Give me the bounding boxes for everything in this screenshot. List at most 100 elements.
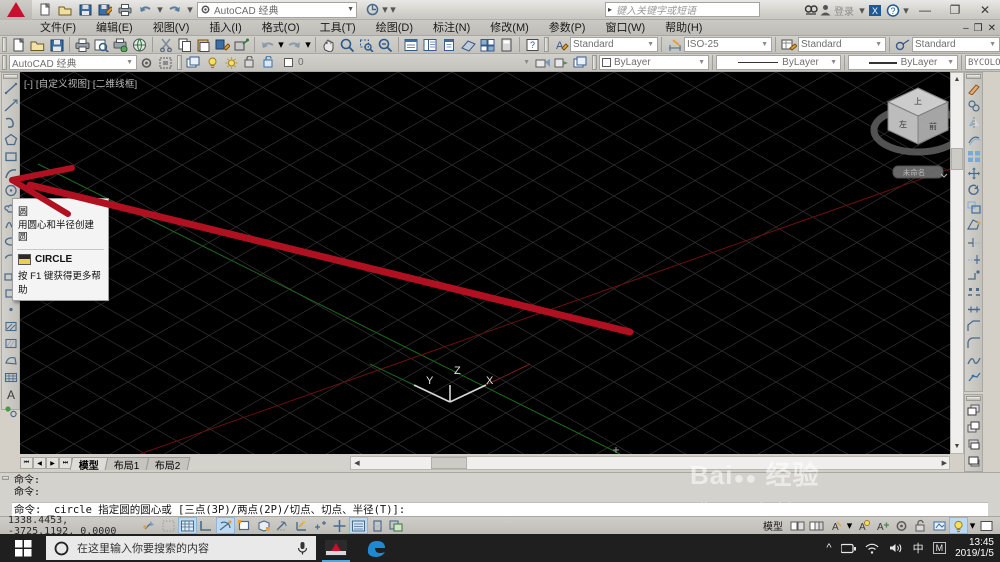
- stretch-tool-icon[interactable]: [965, 216, 982, 233]
- restore-window-button[interactable]: ❐: [940, 0, 970, 20]
- taskbar-clock[interactable]: 13:45 2019/1/5: [955, 537, 994, 559]
- annotation-visibility-icon[interactable]: A: [854, 517, 873, 534]
- menu-edit[interactable]: 编辑(E): [86, 20, 143, 36]
- workspace-settings-icon[interactable]: [363, 1, 381, 18]
- rectangle-tool-icon[interactable]: [2, 148, 19, 165]
- menu-tools[interactable]: 工具(T): [310, 20, 366, 36]
- menu-insert[interactable]: 插入(I): [199, 20, 251, 36]
- copy-tool-icon[interactable]: [965, 97, 982, 114]
- taskbar-search-box[interactable]: 在这里输入你要搜索的内容: [46, 536, 316, 560]
- snap-mode-toggle[interactable]: [140, 517, 159, 534]
- transparency-toggle[interactable]: [368, 517, 387, 534]
- bring-above-object-icon[interactable]: [965, 436, 982, 453]
- polygon-tool-icon[interactable]: [2, 131, 19, 148]
- chevron-down-icon-3[interactable]: ▾: [858, 2, 866, 19]
- canvas-horizontal-scrollbar[interactable]: ◀ ▶: [350, 456, 950, 470]
- sign-in-button[interactable]: 登录: [820, 3, 854, 18]
- color-control-combo[interactable]: ByLayer ▼: [599, 55, 709, 70]
- model-space-label[interactable]: 模型: [763, 518, 783, 533]
- arc-tool-icon[interactable]: [2, 165, 19, 182]
- dynamic-input-toggle[interactable]: [330, 517, 349, 534]
- erase-tool-icon[interactable]: [965, 80, 982, 97]
- wifi-icon[interactable]: [865, 542, 880, 554]
- layer-on-off-icon[interactable]: [203, 54, 222, 71]
- autocad-logo-button[interactable]: [0, 0, 32, 20]
- help-icon[interactable]: ?: [523, 36, 542, 53]
- clean-screen-icon[interactable]: [977, 517, 996, 534]
- search-icon[interactable]: [802, 2, 820, 19]
- send-to-back-icon[interactable]: [965, 419, 982, 436]
- grid-mode-toggle[interactable]: [178, 517, 197, 534]
- block-editor-icon[interactable]: [232, 36, 251, 53]
- dimension-style-combo[interactable]: ISO-25 ▼: [684, 37, 772, 52]
- circle-tool-icon[interactable]: [2, 182, 19, 199]
- lineweight-control-combo[interactable]: ByLayer ▼: [848, 55, 958, 70]
- modify-toolbar-grip[interactable]: [966, 74, 981, 79]
- redo-icon[interactable]: [166, 1, 184, 18]
- line-tool-icon[interactable]: [2, 80, 19, 97]
- styles-toolbar-grip[interactable]: [544, 37, 549, 52]
- object-snap-toggle[interactable]: [235, 517, 254, 534]
- drawing-canvas[interactable]: X Y Z 上 左 前 未命名 [-] [自定义视图] [二维线框]: [20, 72, 964, 454]
- tab-nav-prev[interactable]: ◀: [33, 457, 46, 469]
- scroll-left-button[interactable]: ◀: [351, 459, 363, 467]
- ortho-mode-toggle[interactable]: [197, 517, 216, 534]
- zoom-previous-icon[interactable]: [376, 36, 395, 53]
- annotation-scale-dropdown-icon[interactable]: ▾: [845, 517, 854, 534]
- region-tool-icon[interactable]: [2, 352, 19, 369]
- layer-lock-icon[interactable]: [241, 54, 260, 71]
- workspaces-toolbar-grip[interactable]: [2, 55, 7, 70]
- break-tool-icon[interactable]: [965, 284, 982, 301]
- toolbar-lock-icon[interactable]: [911, 517, 930, 534]
- menu-window[interactable]: 窗口(W): [595, 20, 655, 36]
- workspace-switcher-combo[interactable]: AutoCAD 经典 ▼: [197, 1, 357, 18]
- match-properties-icon[interactable]: [213, 36, 232, 53]
- exchange-apps-icon[interactable]: X: [866, 2, 884, 19]
- draw-toolbar-grip[interactable]: [3, 74, 18, 79]
- layer-freeze-icon[interactable]: [222, 54, 241, 71]
- workspace-combo[interactable]: AutoCAD 经典 ▼: [9, 55, 137, 70]
- canvas-vertical-scrollbar[interactable]: ▲ ▼: [950, 72, 964, 454]
- command-window-grip[interactable]: [2, 476, 9, 480]
- linetype-control-combo[interactable]: ByLayer ▼: [716, 55, 841, 70]
- text-style-icon[interactable]: A: [551, 36, 570, 53]
- gradient-tool-icon[interactable]: [2, 335, 19, 352]
- chamfer-tool-icon[interactable]: [965, 318, 982, 335]
- join-tool-icon[interactable]: [965, 301, 982, 318]
- menu-format[interactable]: 格式(O): [252, 20, 310, 36]
- make-current-layer-icon[interactable]: [552, 54, 571, 71]
- edge-app-icon[interactable]: [356, 534, 396, 562]
- menu-view[interactable]: 视图(V): [143, 20, 200, 36]
- horizontal-scroll-thumb[interactable]: [431, 457, 467, 469]
- start-button[interactable]: [0, 534, 46, 562]
- chevron-up-icon[interactable]: ^: [826, 542, 831, 554]
- point-tool-icon[interactable]: [2, 301, 19, 318]
- scroll-right-button[interactable]: ▶: [942, 459, 947, 467]
- tab-model[interactable]: 模型: [69, 456, 109, 471]
- move-tool-icon[interactable]: [965, 165, 982, 182]
- copy-icon[interactable]: [175, 36, 194, 53]
- multileader-style-combo[interactable]: Standard ▼: [912, 37, 1000, 52]
- 3d-object-snap-toggle[interactable]: [254, 517, 273, 534]
- pan-hand-icon[interactable]: [319, 36, 338, 53]
- text-style-combo[interactable]: Standard ▼: [570, 37, 658, 52]
- battery-icon[interactable]: [840, 543, 856, 554]
- offset-tool-icon[interactable]: [965, 131, 982, 148]
- hatch-tool-icon[interactable]: [2, 318, 19, 335]
- multileader-style-icon[interactable]: [893, 36, 912, 53]
- tab-layout1[interactable]: 布局1: [104, 456, 149, 471]
- construction-line-tool-icon[interactable]: [2, 97, 19, 114]
- trim-tool-icon[interactable]: [965, 233, 982, 250]
- qnew-icon[interactable]: [9, 36, 28, 53]
- menu-file[interactable]: 文件(F): [30, 20, 86, 36]
- help-icon[interactable]: ?: [884, 2, 902, 19]
- command-input-line[interactable]: 命令: _circle 指定圆的圆心或 [三点(3P)/两点(2P)/切点、切点…: [12, 502, 988, 516]
- quick-calc-icon[interactable]: [497, 36, 516, 53]
- workspace-settings-icon[interactable]: [137, 54, 156, 71]
- volume-icon[interactable]: [889, 542, 904, 554]
- polar-tracking-toggle[interactable]: [216, 517, 235, 534]
- zoom-window-icon[interactable]: [357, 36, 376, 53]
- hardware-acceleration-icon[interactable]: [930, 517, 949, 534]
- 3dprint-icon[interactable]: [130, 36, 149, 53]
- redo-dropdown-icon[interactable]: ▾: [304, 36, 312, 53]
